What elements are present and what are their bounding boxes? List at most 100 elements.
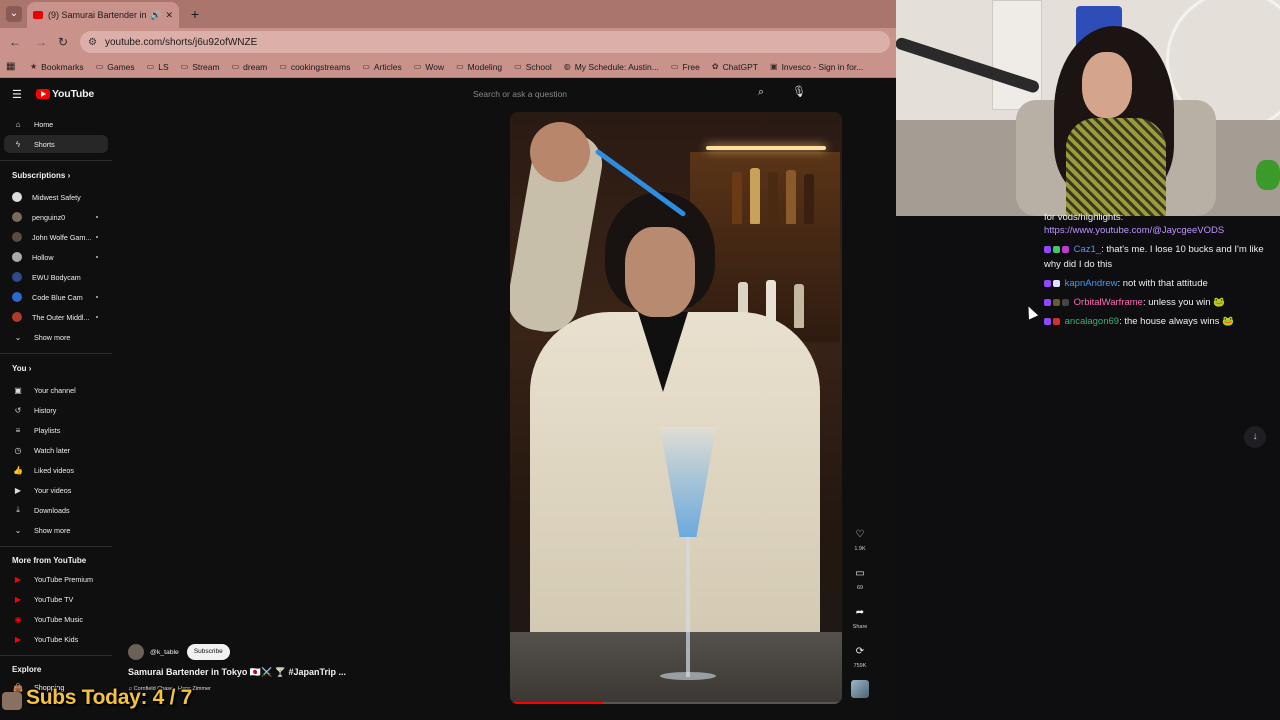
sidebar-item-downloads[interactable]: ⤓ Downloads <box>4 501 108 519</box>
show-more-button[interactable]: ⌄ Show more <box>4 521 108 539</box>
sidebar-item-shorts[interactable]: ϟ Shorts <box>4 135 108 153</box>
sidebar-item-label: Code Blue Cam <box>32 292 83 302</box>
home-icon: ⌂ <box>15 119 21 129</box>
bookmark-label: School <box>525 61 552 72</box>
search-icon[interactable]: ⌕ <box>758 86 764 99</box>
webcam-streamer-face <box>1082 52 1132 118</box>
like-button[interactable]: ♡ 1.9K <box>846 526 874 552</box>
subscription-item[interactable]: EWU Bodycam <box>4 268 108 286</box>
sound-thumbnail[interactable] <box>851 680 869 698</box>
subscription-item[interactable]: John Wolfe Gam... <box>4 228 108 246</box>
bookmark-item[interactable]: ▣ Invesco - Sign in for... <box>770 62 863 72</box>
share-button[interactable]: ➦ Share <box>846 604 874 630</box>
subscribe-button[interactable]: Subscribe <box>186 644 230 660</box>
browser-tab-bar: ⌄ (9) Samurai Bartender in To 🔊 ✕ + <box>0 0 896 28</box>
channel-name[interactable]: @k_table <box>150 649 179 656</box>
bookmark-item[interactable]: ▭ Modeling <box>456 62 502 72</box>
sidebar-item-watch-later[interactable]: ◷ Watch later <box>4 441 108 459</box>
youtube-premium-icon: ▶ <box>14 574 22 584</box>
short-title[interactable]: Samurai Bartender in Tokyo 🇯🇵⚔️ 🍸 #Japan… <box>128 667 346 678</box>
bookmark-item[interactable]: ▭ Free <box>671 62 700 72</box>
sidebar-item-label: History <box>34 405 57 415</box>
sidebar-item-liked-videos[interactable]: 👍 Liked videos <box>4 461 108 479</box>
bookmark-item[interactable]: ▭ School <box>514 62 552 72</box>
search-input[interactable]: Search or ask a question <box>466 84 780 104</box>
channel-avatar[interactable] <box>128 644 144 660</box>
chat-username[interactable]: OrbitalWarframe <box>1074 297 1143 308</box>
bookmark-item[interactable]: ▭ Wow <box>414 62 444 72</box>
site-info-icon[interactable]: ⚙ <box>88 37 97 48</box>
sidebar-item-youtube-kids[interactable]: ▶ YouTube Kids <box>4 630 108 648</box>
sidebar-item-label: YouTube Premium <box>34 574 93 584</box>
sidebar-item-youtube-tv[interactable]: ▶ YouTube TV <box>4 590 108 608</box>
apps-grid-icon[interactable]: ▦ <box>6 61 20 72</box>
bar-counter <box>510 632 842 704</box>
scroll-down-icon[interactable]: ↓ <box>1244 426 1266 448</box>
subscription-item[interactable]: The Outer Middl... <box>4 308 108 326</box>
subscription-item[interactable]: penguinz0 <box>4 208 108 226</box>
url-field[interactable]: ⚙ youtube.com/shorts/j6u92ofWNZE <box>80 31 890 53</box>
chat-username[interactable]: ancalagon69 <box>1065 316 1119 327</box>
glass-base <box>660 672 716 680</box>
sidebar-item-youtube-music[interactable]: ◉ YouTube Music <box>4 610 108 628</box>
chevron-down-icon: ⌄ <box>14 332 22 342</box>
like-count: 1.9K <box>854 546 866 552</box>
bookmark-item[interactable]: ★ Bookmarks <box>30 62 84 72</box>
chat-message: ancalagon69: the house always wins 🐸 <box>1044 314 1272 329</box>
subscription-item[interactable]: Hollow <box>4 248 108 266</box>
sidebar-item-your-videos[interactable]: ▶ Your videos <box>4 481 108 499</box>
back-icon[interactable]: ← <box>6 33 24 51</box>
more-from-youtube-heading: More from YouTube <box>12 556 86 565</box>
bottle <box>786 170 796 224</box>
sidebar-item-home[interactable]: ⌂ Home <box>4 115 108 133</box>
speaker-icon[interactable]: 🔊 <box>150 10 161 21</box>
bookmark-item[interactable]: ◍ My Schedule: Austin... <box>564 62 659 72</box>
bookmark-label: My Schedule: Austin... <box>574 61 659 72</box>
forward-icon[interactable]: → <box>32 33 50 51</box>
remix-button[interactable]: ⟳ 759K <box>846 643 874 669</box>
sidebar-item-history[interactable]: ↺ History <box>4 401 108 419</box>
show-more-button[interactable]: ⌄ Show more <box>4 328 108 346</box>
chat-link[interactable]: https://www.youtube.com/@JaycgeeVODS <box>1044 225 1224 236</box>
subscription-item[interactable]: Midwest Safety <box>4 188 108 206</box>
menu-icon[interactable]: ☰ <box>12 88 22 101</box>
new-tab-button[interactable]: + <box>186 5 204 23</box>
comments-button[interactable]: ▭ 69 <box>846 565 874 591</box>
bookmark-item[interactable]: ▭ Stream <box>181 62 220 72</box>
bookmark-item[interactable]: ✿ ChatGPT <box>712 62 758 72</box>
avatar <box>12 272 22 282</box>
share-icon: ➦ <box>855 607 865 618</box>
bookmark-item[interactable]: ▭ Articles <box>362 62 401 72</box>
chat-username[interactable]: kapnAndrew <box>1065 278 1118 289</box>
sidebar-item-your-channel[interactable]: ▣ Your channel <box>4 381 108 399</box>
bookmark-label: dream <box>243 61 268 72</box>
youtube-logo[interactable]: YouTube <box>36 88 94 100</box>
sidebar-item-label: Show more <box>34 332 71 342</box>
shorts-icon: ϟ <box>15 139 21 149</box>
sidebar-item-youtube-premium[interactable]: ▶ YouTube Premium <box>4 570 108 588</box>
chat-text: : not with that attitude <box>1117 278 1208 289</box>
badge-icon <box>1044 246 1051 253</box>
youtube-kids-icon: ▶ <box>14 634 22 644</box>
chat-username[interactable]: Caz1_ <box>1074 244 1101 255</box>
subs-goal-avatar <box>2 692 22 710</box>
video-progress-bar[interactable] <box>510 702 842 704</box>
reload-icon[interactable]: ↻ <box>54 33 72 51</box>
bottle <box>750 168 760 224</box>
heading-text: You <box>12 364 27 373</box>
sidebar-item-playlists[interactable]: ≡ Playlists <box>4 421 108 439</box>
tab-search-icon[interactable]: ⌄ <box>6 6 22 22</box>
bookmark-item[interactable]: ▭ dream <box>232 62 268 72</box>
short-video-player[interactable] <box>510 112 842 704</box>
logo-text: YouTube <box>52 88 94 100</box>
you-heading[interactable]: You › <box>12 364 31 373</box>
microphone-icon[interactable]: 🎙 <box>792 85 806 98</box>
subscriptions-heading[interactable]: Subscriptions › <box>12 171 70 180</box>
browser-tab[interactable]: (9) Samurai Bartender in To 🔊 ✕ <box>27 2 179 28</box>
bookmark-item[interactable]: ▭ LS <box>147 62 169 72</box>
avatar <box>12 312 22 322</box>
subscription-item[interactable]: Code Blue Cam <box>4 288 108 306</box>
bookmark-item[interactable]: ▭ cookingstreams <box>279 62 350 72</box>
close-tab-icon[interactable]: ✕ <box>165 10 173 21</box>
bookmark-item[interactable]: ▭ Games <box>96 62 135 72</box>
